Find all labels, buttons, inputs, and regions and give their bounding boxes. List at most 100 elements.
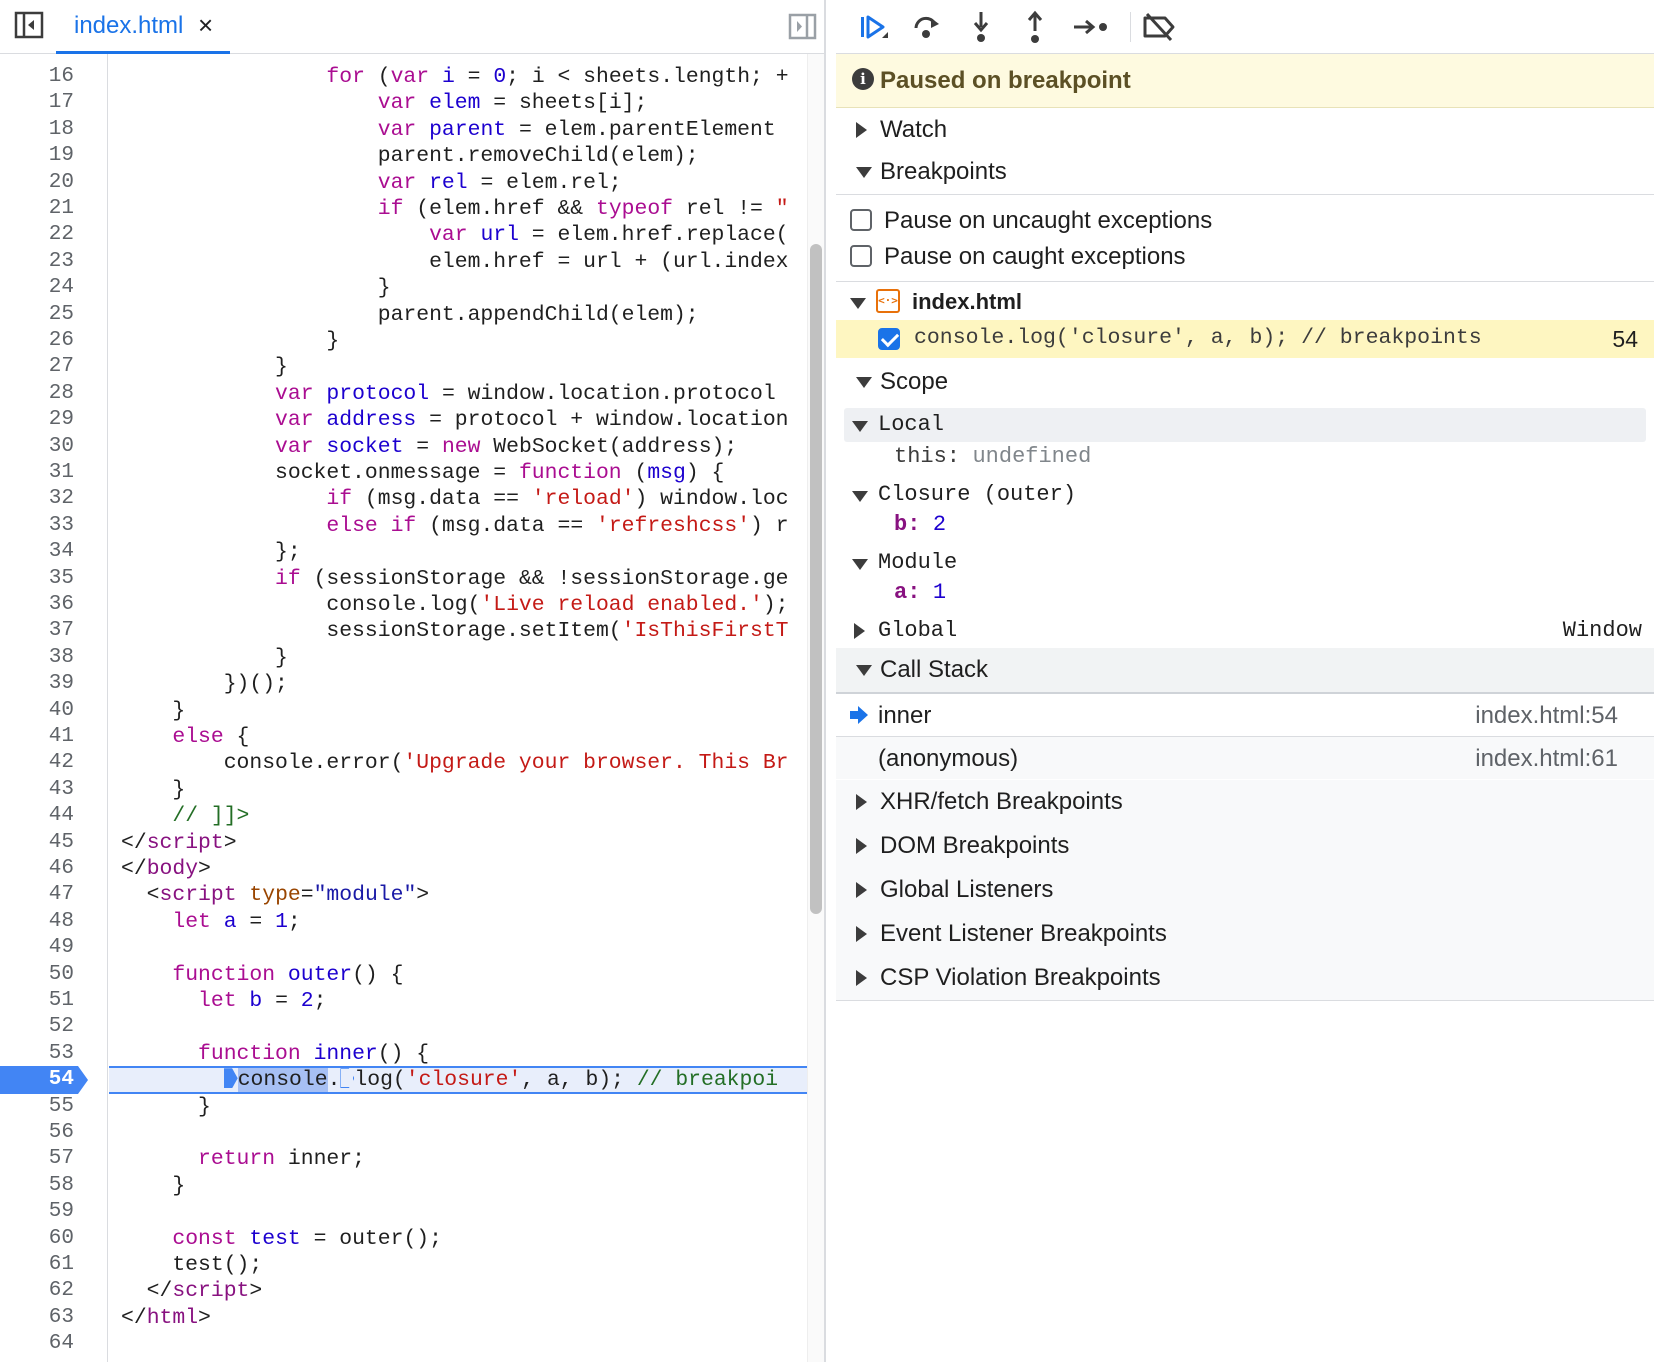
code-line[interactable]: } xyxy=(121,1094,211,1120)
line-number[interactable]: 23 xyxy=(0,249,74,275)
line-number[interactable]: 46 xyxy=(0,856,74,882)
code-line[interactable]: elem.href = url + (url.index xyxy=(121,249,788,275)
code-line[interactable]: var parent = elem.parentElement xyxy=(121,117,776,143)
code-line[interactable]: } xyxy=(121,354,288,380)
step-into-icon[interactable] xyxy=(964,10,998,44)
line-number[interactable]: 18 xyxy=(0,117,74,143)
breakpoint-enabled-checkbox[interactable] xyxy=(878,328,900,350)
pause-uncaught-checkbox[interactable] xyxy=(850,209,872,231)
line-number[interactable]: 32 xyxy=(0,486,74,512)
code-line[interactable]: console.log('Live reload enabled.'); xyxy=(121,592,788,618)
code-line[interactable]: test(); xyxy=(121,1252,262,1278)
line-number[interactable]: 16 xyxy=(0,64,74,90)
tab-index-html[interactable]: index.html × xyxy=(56,0,230,54)
scope-global-row[interactable]: Global Window xyxy=(844,614,1646,648)
code-line[interactable]: for (var i = 0; i < sheets.length; + xyxy=(121,64,788,90)
line-number[interactable]: 64 xyxy=(0,1331,74,1357)
line-number[interactable]: 51 xyxy=(0,988,74,1014)
toggle-debugger-sidebar-icon[interactable] xyxy=(788,12,818,42)
code-line[interactable]: } xyxy=(121,645,288,671)
line-number[interactable]: 27 xyxy=(0,354,74,380)
code-line[interactable]: var rel = elem.rel; xyxy=(121,170,622,196)
scope-closure-row[interactable]: Closure (outer) xyxy=(844,478,1646,512)
line-number[interactable]: 45 xyxy=(0,830,74,856)
pause-caught-checkbox[interactable] xyxy=(850,245,872,267)
line-number[interactable]: 41 xyxy=(0,724,74,750)
code-line[interactable]: const test = outer(); xyxy=(121,1226,442,1252)
tab-close-icon[interactable]: × xyxy=(198,10,213,40)
code-line[interactable]: // ]]> xyxy=(121,803,249,829)
code-line[interactable]: } xyxy=(121,328,339,354)
line-number[interactable]: 53 xyxy=(0,1041,74,1067)
line-number[interactable]: 59 xyxy=(0,1199,74,1225)
code-editor[interactable]: for (var i = 0; i < sheets.length; + var… xyxy=(109,54,807,1362)
code-line[interactable]: })(); xyxy=(121,671,288,697)
line-number[interactable]: 25 xyxy=(0,302,74,328)
code-line[interactable]: } xyxy=(121,777,185,803)
line-number[interactable]: 54 xyxy=(0,1067,74,1093)
breakpoint-row[interactable]: console.log('closure', a, b); // breakpo… xyxy=(836,320,1654,358)
section-dom-breakpoints[interactable]: DOM Breakpoints xyxy=(836,824,1654,868)
code-line[interactable]: parent.appendChild(elem); xyxy=(121,302,699,328)
code-line[interactable]: if (msg.data == 'reload') window.loc xyxy=(121,486,788,512)
step-over-icon[interactable] xyxy=(910,10,944,44)
code-line[interactable]: var elem = sheets[i]; xyxy=(121,90,648,116)
line-number[interactable]: 49 xyxy=(0,935,74,961)
line-number[interactable]: 26 xyxy=(0,328,74,354)
code-line[interactable]: }; xyxy=(121,539,301,565)
scope-a-row[interactable]: a: 1 xyxy=(894,580,946,610)
editor-scroll-thumb[interactable] xyxy=(810,244,822,914)
section-event-listener-breakpoints[interactable]: Event Listener Breakpoints xyxy=(836,912,1654,956)
code-line[interactable]: let b = 2; xyxy=(121,988,326,1014)
line-number[interactable]: 34 xyxy=(0,539,74,565)
line-number[interactable]: 52 xyxy=(0,1014,74,1040)
code-line[interactable]: var url = elem.href.replace( xyxy=(121,222,788,248)
section-breakpoints[interactable]: Breakpoints xyxy=(836,150,1654,194)
code-line[interactable]: var socket = new WebSocket(address); xyxy=(121,434,737,460)
line-number[interactable]: 62 xyxy=(0,1278,74,1304)
code-line[interactable]: <script type="module"> xyxy=(121,882,429,908)
line-number[interactable]: 50 xyxy=(0,962,74,988)
code-line[interactable]: return inner; xyxy=(121,1146,365,1172)
line-number[interactable]: 61 xyxy=(0,1252,74,1278)
line-number[interactable]: 48 xyxy=(0,909,74,935)
line-number[interactable]: 24 xyxy=(0,275,74,301)
section-global-listeners[interactable]: Global Listeners xyxy=(836,868,1654,912)
section-watch[interactable]: Watch xyxy=(836,108,1654,152)
editor-scrollbar[interactable] xyxy=(807,54,824,1362)
line-number[interactable]: 37 xyxy=(0,618,74,644)
line-number[interactable]: 22 xyxy=(0,222,74,248)
code-line[interactable]: let a = 1; xyxy=(121,909,300,935)
line-number[interactable]: 19 xyxy=(0,143,74,169)
code-line[interactable]: if (elem.href && typeof rel != " xyxy=(121,196,789,222)
toggle-navigator-icon[interactable] xyxy=(14,11,46,41)
line-number[interactable]: 57 xyxy=(0,1146,74,1172)
line-number[interactable]: 35 xyxy=(0,566,74,592)
line-number[interactable]: 47 xyxy=(0,882,74,908)
line-number[interactable]: 63 xyxy=(0,1305,74,1331)
code-line[interactable]: </script> xyxy=(121,1278,263,1304)
line-number[interactable]: 58 xyxy=(0,1173,74,1199)
line-number[interactable]: 28 xyxy=(0,381,74,407)
code-line[interactable]: console.error('Upgrade your browser. Thi… xyxy=(121,750,789,776)
breakpoint-file-group[interactable]: <·> index.html xyxy=(836,282,1654,320)
code-line[interactable]: function outer() { xyxy=(121,962,403,988)
code-line[interactable]: function inner() { xyxy=(121,1041,429,1067)
code-line[interactable]: if (sessionStorage && !sessionStorage.ge xyxy=(121,566,788,592)
line-number[interactable]: 29 xyxy=(0,407,74,433)
code-line[interactable]: else { xyxy=(121,724,249,750)
code-line[interactable]: else if (msg.data == 'refreshcss') r xyxy=(121,513,788,539)
step-icon[interactable] xyxy=(1072,10,1107,44)
resume-icon[interactable] xyxy=(856,10,890,44)
code-line[interactable]: var address = protocol + window.location xyxy=(121,407,788,433)
section-xhr-breakpoints[interactable]: XHR/fetch Breakpoints xyxy=(836,780,1654,824)
code-line[interactable]: var protocol = window.location.protocol xyxy=(121,381,776,407)
section-call-stack[interactable]: Call Stack xyxy=(836,648,1654,692)
code-line[interactable]: sessionStorage.setItem('IsThisFirstT xyxy=(121,618,788,644)
code-line[interactable]: console. log('closure', a, b); // breakpo… xyxy=(121,1067,778,1093)
scope-this-row[interactable]: this: undefined xyxy=(894,444,1091,474)
code-line[interactable]: </body> xyxy=(121,856,211,882)
line-number[interactable]: 33 xyxy=(0,513,74,539)
section-csp-violation-breakpoints[interactable]: CSP Violation Breakpoints xyxy=(836,956,1654,1000)
code-line[interactable]: } xyxy=(121,275,391,301)
